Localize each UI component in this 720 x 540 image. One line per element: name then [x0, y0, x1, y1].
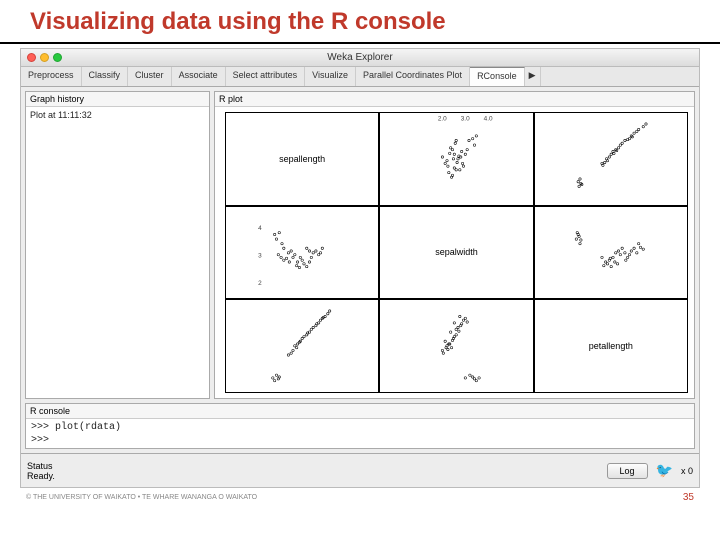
status-bar: Status Ready. Log 🐦 x 0: [21, 453, 699, 487]
explorer-tabs: Preprocess Classify Cluster Associate Se…: [21, 67, 699, 87]
cell-2-2: sepalwidth: [379, 206, 533, 300]
cell-2-1: 4 3 2: [225, 206, 379, 300]
slide-title: Visualizing data using the R console: [0, 0, 720, 44]
console-line: >>> plot(rdata): [31, 421, 689, 434]
pairs-matrix: sepallength 2.0 3.0 4.0: [225, 112, 688, 393]
cell-3-1: [225, 299, 379, 393]
diag-label-3: petallength: [589, 341, 633, 351]
graph-history-list[interactable]: Plot at 11:11:32: [26, 107, 209, 398]
r-plot-panel: R plot sepallength 2.0 3.0 4.0: [214, 91, 695, 399]
diag-label-2: sepalwidth: [435, 247, 478, 257]
graph-history-panel: Graph history Plot at 11:11:32: [25, 91, 210, 399]
svg-text:3: 3: [258, 252, 262, 259]
svg-text:2: 2: [258, 280, 262, 287]
svg-text:4.0: 4.0: [484, 115, 493, 122]
cell-1-2: 2.0 3.0 4.0: [379, 112, 533, 206]
tab-rconsole[interactable]: RConsole: [470, 67, 525, 86]
tab-visualize[interactable]: Visualize: [305, 67, 356, 86]
graph-history-label: Graph history: [26, 92, 209, 107]
list-item[interactable]: Plot at 11:11:32: [30, 110, 205, 120]
r-console-input[interactable]: >>> plot(rdata) >>>: [26, 419, 694, 449]
tab-select-attributes[interactable]: Select attributes: [226, 67, 306, 86]
r-console-label: R console: [26, 404, 694, 419]
cell-3-2: [379, 299, 533, 393]
status-label: Status: [27, 461, 599, 471]
tab-parallel-coords[interactable]: Parallel Coordinates Plot: [356, 67, 470, 86]
tab-cluster[interactable]: Cluster: [128, 67, 172, 86]
weka-explorer-window: Weka Explorer Preprocess Classify Cluste…: [20, 48, 700, 488]
tab-preprocess[interactable]: Preprocess: [21, 67, 82, 86]
svg-text:2.0: 2.0: [438, 115, 447, 122]
error-count: x 0: [681, 466, 693, 476]
tab-associate[interactable]: Associate: [172, 67, 226, 86]
svg-text:3.0: 3.0: [461, 115, 470, 122]
weka-bird-icon: 🐦: [656, 462, 673, 479]
console-prompt: >>>: [31, 434, 689, 447]
page-number: 35: [683, 492, 694, 503]
cell-2-3: [534, 206, 688, 300]
window-title: Weka Explorer: [21, 52, 699, 63]
status-text: Ready.: [27, 471, 599, 481]
diag-label-1: sepallength: [279, 154, 325, 164]
tab-classify[interactable]: Classify: [82, 67, 129, 86]
cell-1-1: sepallength: [225, 112, 379, 206]
workspace: Graph history Plot at 11:11:32 R plot se…: [21, 87, 699, 403]
footer-copyright: © THE UNIVERSITY OF WAIKATO • TE WHARE W…: [26, 494, 257, 501]
r-plot-label: R plot: [215, 92, 694, 107]
cell-3-3: petallength: [534, 299, 688, 393]
slide-footer: © THE UNIVERSITY OF WAIKATO • TE WHARE W…: [0, 488, 720, 503]
window-titlebar: Weka Explorer: [21, 49, 699, 67]
r-console-panel: R console >>> plot(rdata) >>>: [25, 403, 695, 449]
log-button[interactable]: Log: [607, 463, 648, 479]
svg-text:4: 4: [258, 225, 262, 232]
r-plot-area: sepallength 2.0 3.0 4.0: [215, 107, 694, 398]
tab-scroll-right-icon[interactable]: ▶: [525, 67, 541, 86]
cell-1-3: [534, 112, 688, 206]
